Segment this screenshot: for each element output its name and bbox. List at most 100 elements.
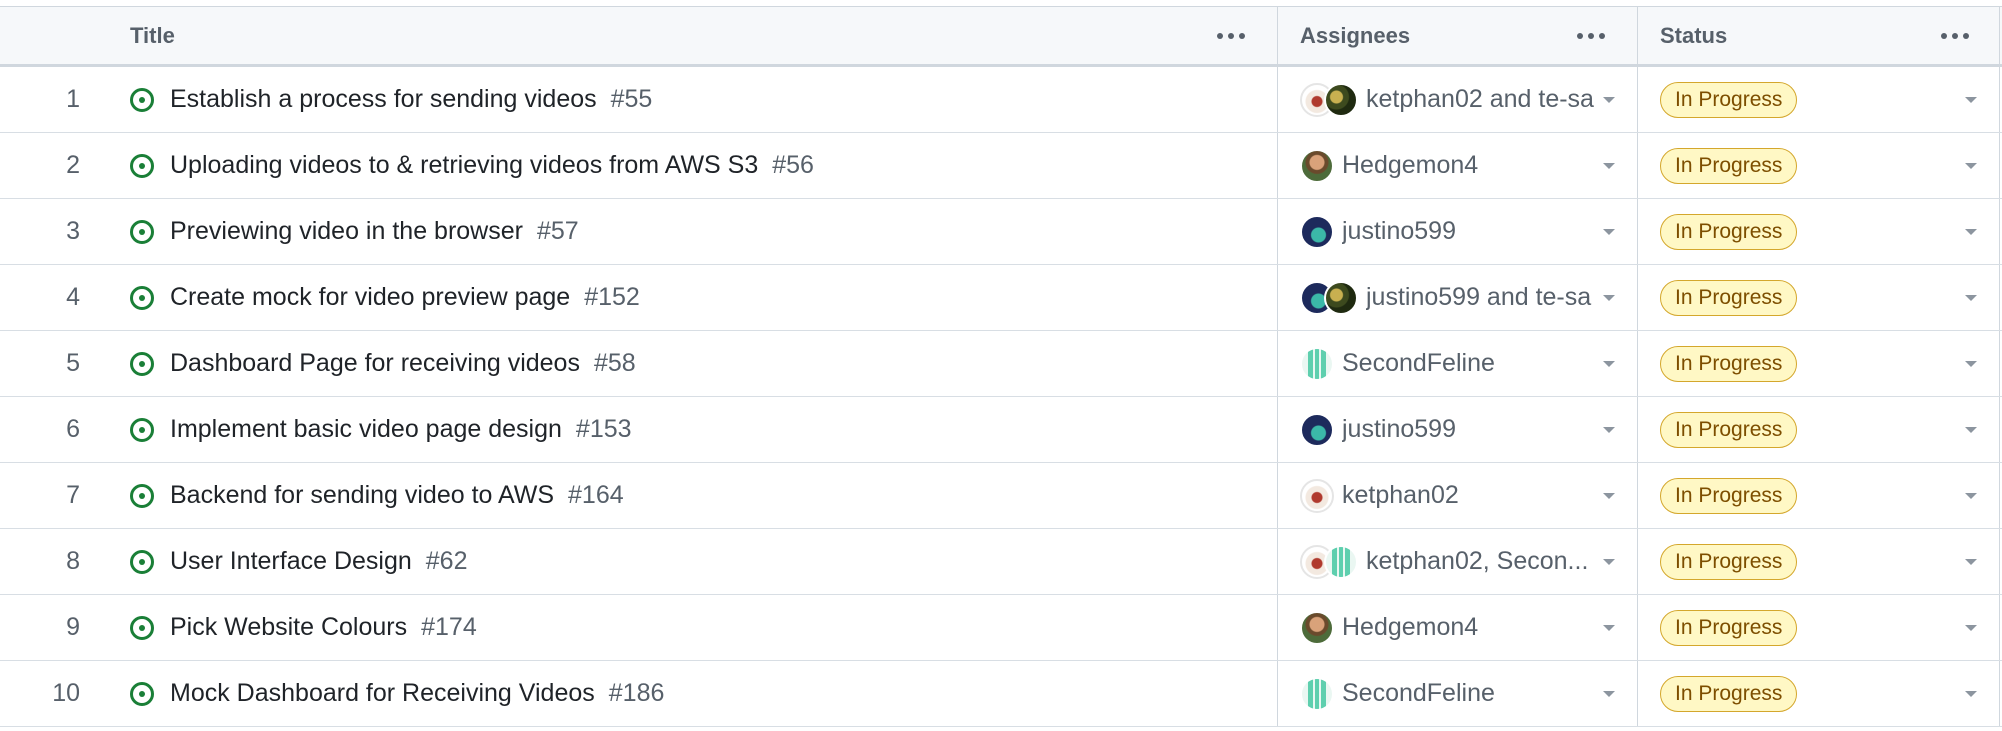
title-cell[interactable]: Previewing video in the browser #57 [130, 199, 1278, 264]
table-row[interactable]: 8 User Interface Design #62 ketphan02, S… [0, 529, 2002, 595]
title-cell[interactable]: Dashboard Page for receiving videos #58 [130, 331, 1278, 396]
column-header-assignees-label: Assignees [1300, 22, 1411, 48]
status-cell[interactable]: In Progress [1638, 265, 2000, 330]
table-row[interactable]: 10 Mock Dashboard for Receiving Videos #… [0, 661, 2002, 727]
table-row[interactable]: 2 Uploading videos to & retrieving video… [0, 133, 2002, 199]
assignees-cell[interactable]: SecondFeline [1278, 661, 1638, 726]
assignees-cell[interactable]: justino599 and te-sa [1278, 265, 1638, 330]
kebab-icon[interactable] [1941, 32, 1969, 39]
issue-title-link[interactable]: Implement basic video page design [170, 415, 562, 444]
issue-title-link[interactable]: Dashboard Page for receiving videos [170, 349, 580, 378]
avatar-stack [1300, 610, 1334, 645]
avatar [1300, 478, 1334, 513]
table-row[interactable]: 9 Pick Website Colours #174 Hedgemon4 In… [0, 595, 2002, 661]
issue-title-link[interactable]: Uploading videos to & retrieving videos … [170, 151, 758, 180]
issue-title-link[interactable]: Mock Dashboard for Receiving Videos [170, 679, 595, 708]
chevron-down-icon[interactable] [1965, 360, 1977, 367]
assignees-cell[interactable]: justino599 [1278, 199, 1638, 264]
avatar [1300, 412, 1334, 447]
chevron-down-icon[interactable] [1603, 294, 1615, 301]
chevron-down-icon[interactable] [1603, 426, 1615, 433]
chevron-down-icon[interactable] [1965, 426, 1977, 433]
kebab-icon[interactable] [1217, 32, 1245, 39]
status-cell[interactable]: In Progress [1638, 397, 2000, 462]
chevron-down-icon[interactable] [1603, 360, 1615, 367]
assignees-cell[interactable]: Hedgemon4 [1278, 133, 1638, 198]
avatar-stack [1300, 280, 1358, 315]
issue-title-link[interactable]: User Interface Design [170, 547, 412, 576]
status-cell[interactable]: In Progress [1638, 463, 2000, 528]
title-cell[interactable]: User Interface Design #62 [130, 529, 1278, 594]
assignees-text: justino599 [1342, 217, 1456, 245]
issue-opened-icon [130, 483, 154, 508]
column-header-status[interactable]: Status [1638, 7, 2000, 64]
chevron-down-icon[interactable] [1603, 690, 1615, 697]
avatar [1324, 544, 1358, 579]
issue-number: #186 [608, 679, 665, 707]
avatar-stack [1300, 346, 1334, 381]
assignees-cell[interactable]: ketphan02, Secon... [1278, 529, 1638, 594]
table-row[interactable]: 6 Implement basic video page design #153… [0, 397, 2002, 463]
chevron-down-icon[interactable] [1965, 690, 1977, 697]
issue-title-link[interactable]: Create mock for video preview page [170, 283, 570, 312]
column-header-title-label: Title [130, 22, 175, 48]
title-cell[interactable]: Uploading videos to & retrieving videos … [130, 133, 1278, 198]
column-header-assignees[interactable]: Assignees [1278, 7, 1638, 64]
table-row[interactable]: 4 Create mock for video preview page #15… [0, 265, 2002, 331]
title-cell[interactable]: Pick Website Colours #174 [130, 595, 1278, 660]
status-cell[interactable]: In Progress [1638, 133, 2000, 198]
chevron-down-icon[interactable] [1965, 228, 1977, 235]
chevron-down-icon[interactable] [1965, 492, 1977, 499]
chevron-down-icon[interactable] [1603, 492, 1615, 499]
issue-number: #55 [610, 85, 653, 113]
status-badge: In Progress [1660, 81, 1798, 118]
status-cell[interactable]: In Progress [1638, 331, 2000, 396]
table-row[interactable]: 1 Establish a process for sending videos… [0, 67, 2002, 133]
avatar [1300, 148, 1334, 183]
status-badge: In Progress [1660, 609, 1798, 646]
table-row[interactable]: 7 Backend for sending video to AWS #164 … [0, 463, 2002, 529]
status-badge: In Progress [1660, 147, 1798, 184]
title-cell[interactable]: Establish a process for sending videos #… [130, 67, 1278, 132]
title-cell[interactable]: Mock Dashboard for Receiving Videos #186 [130, 661, 1278, 726]
status-cell[interactable]: In Progress [1638, 661, 2000, 726]
issue-title-link[interactable]: Previewing video in the browser [170, 217, 523, 246]
avatar-stack [1300, 412, 1334, 447]
title-cell[interactable]: Backend for sending video to AWS #164 [130, 463, 1278, 528]
chevron-down-icon[interactable] [1965, 558, 1977, 565]
table-row[interactable]: 3 Previewing video in the browser #57 ju… [0, 199, 2002, 265]
assignees-text: SecondFeline [1342, 349, 1495, 377]
chevron-down-icon[interactable] [1603, 624, 1615, 631]
assignees-cell[interactable]: SecondFeline [1278, 331, 1638, 396]
avatar [1324, 82, 1358, 117]
chevron-down-icon[interactable] [1603, 558, 1615, 565]
issue-opened-icon [130, 615, 154, 640]
title-cell[interactable]: Create mock for video preview page #152 [130, 265, 1278, 330]
status-cell[interactable]: In Progress [1638, 595, 2000, 660]
chevron-down-icon[interactable] [1965, 624, 1977, 631]
issue-title-link[interactable]: Backend for sending video to AWS [170, 481, 554, 510]
chevron-down-icon[interactable] [1965, 96, 1977, 103]
assignees-cell[interactable]: Hedgemon4 [1278, 595, 1638, 660]
chevron-down-icon[interactable] [1603, 228, 1615, 235]
avatar [1324, 280, 1358, 315]
table-row[interactable]: 5 Dashboard Page for receiving videos #5… [0, 331, 2002, 397]
avatar [1300, 610, 1334, 645]
status-cell[interactable]: In Progress [1638, 67, 2000, 132]
row-number: 4 [0, 265, 130, 330]
issue-title-link[interactable]: Pick Website Colours [170, 613, 407, 642]
title-cell[interactable]: Implement basic video page design #153 [130, 397, 1278, 462]
avatar-stack [1300, 148, 1334, 183]
column-header-title[interactable]: Title [130, 7, 1278, 64]
chevron-down-icon[interactable] [1603, 96, 1615, 103]
chevron-down-icon[interactable] [1965, 162, 1977, 169]
status-cell[interactable]: In Progress [1638, 529, 2000, 594]
chevron-down-icon[interactable] [1603, 162, 1615, 169]
issue-title-link[interactable]: Establish a process for sending videos [170, 85, 597, 114]
assignees-cell[interactable]: ketphan02 and te-sa [1278, 67, 1638, 132]
kebab-icon[interactable] [1577, 32, 1605, 39]
assignees-cell[interactable]: ketphan02 [1278, 463, 1638, 528]
chevron-down-icon[interactable] [1965, 294, 1977, 301]
status-cell[interactable]: In Progress [1638, 199, 2000, 264]
assignees-cell[interactable]: justino599 [1278, 397, 1638, 462]
